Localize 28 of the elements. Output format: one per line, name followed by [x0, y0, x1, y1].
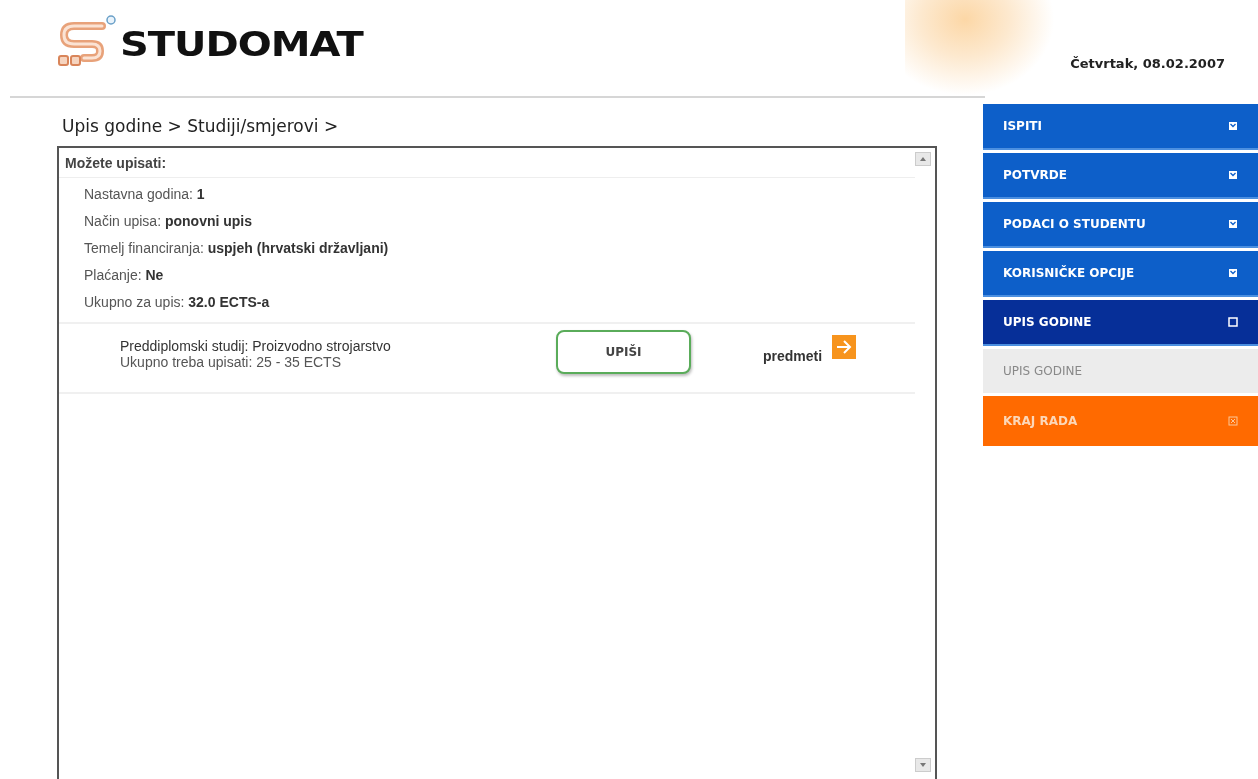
enrol-button[interactable]: UPIŠI	[556, 330, 691, 374]
menu-item[interactable]: POTVRDE	[983, 153, 1258, 199]
program-title: Preddiplomski studij: Proizvodno strojarstvo	[120, 338, 392, 354]
menu-item[interactable]: ISPITI	[983, 104, 1258, 150]
arrow-right-icon[interactable]	[832, 335, 857, 359]
exit-icon	[1228, 416, 1238, 426]
date-text: Četvrtak, 08.02.2007	[1070, 55, 1225, 71]
expand-icon	[1228, 268, 1238, 278]
expand-icon	[1228, 219, 1238, 229]
menu-item[interactable]: KORISNIČKE OPCIJE	[983, 251, 1258, 297]
breadcrumb: Upis godine > Studiji/smjerovi >	[62, 116, 340, 136]
courses-link[interactable]: predmeti	[763, 348, 823, 364]
expand-icon	[1228, 121, 1238, 131]
field-text: Temelj financiranja: uspjeh (hrvatski državljani)	[84, 239, 390, 258]
scroll-up-icon[interactable]	[915, 152, 931, 166]
expand-icon	[1228, 170, 1238, 180]
program-credits: Ukupno treba upisati: 25 - 35 ECTS	[120, 354, 342, 370]
panel-title: Možete upisati:	[59, 148, 915, 178]
menu-item[interactable]: UPIS GODINE	[983, 300, 1258, 346]
menu-item[interactable]: PODACI O STUDENTU	[983, 202, 1258, 248]
menu-item[interactable]: UPIS GODINE	[983, 349, 1258, 393]
field-text: Način upisa: ponovni upis	[84, 212, 254, 231]
field-text: Nastavna godina: 1	[84, 185, 206, 204]
field-text: Plaćanje: Ne	[84, 266, 165, 285]
field-text: Ukupno za upis: 32.0 ECTS-a	[84, 293, 271, 312]
logo-text: STUDOMAT	[120, 27, 363, 61]
scroll-down-icon[interactable]	[915, 758, 931, 772]
collapse-icon	[1228, 317, 1238, 327]
